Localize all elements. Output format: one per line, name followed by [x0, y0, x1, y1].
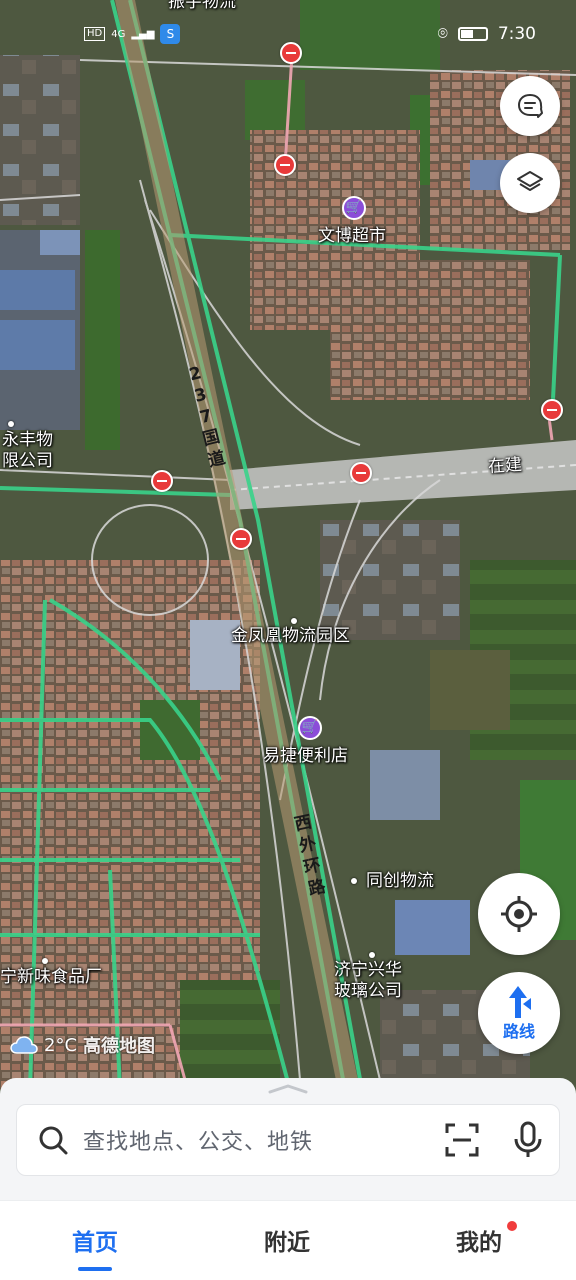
poi-label-jinfenghuang[interactable]: 金凤凰物流园区 [231, 626, 350, 647]
poi-label-wenbo[interactable]: 文博超市 [318, 226, 386, 247]
bottom-sheet[interactable]: 查找地点、公交、地铁 [0, 1078, 576, 1200]
scan-icon[interactable] [445, 1123, 479, 1157]
poi-label-partial[interactable]: 振宇物流 [168, 0, 236, 13]
signal-icon: ▂▄▆ [131, 28, 155, 40]
temperature: 2°C [44, 1034, 78, 1056]
poi-label-yongfeng[interactable]: 永丰物限公司 [2, 430, 64, 472]
route-label: 路线 [502, 1022, 535, 1041]
no-entry-icon[interactable] [230, 528, 252, 550]
poi-dot [351, 878, 357, 884]
cloud-icon [10, 1036, 38, 1054]
search-bar[interactable]: 查找地点、公交、地铁 [16, 1104, 560, 1176]
road-label-construction: 在建 [487, 454, 523, 478]
weather-widget[interactable]: 2°C 高德地图 [10, 1032, 155, 1058]
message-button[interactable] [500, 76, 560, 136]
search-input[interactable]: 查找地点、公交、地铁 [83, 1124, 445, 1156]
shop-icon[interactable]: 🛒 [342, 196, 366, 220]
poi-label-yijie[interactable]: 易捷便利店 [263, 746, 348, 767]
hd-icon: HD [84, 27, 106, 41]
tab-home[interactable]: 首页 [72, 1223, 118, 1271]
shop-icon[interactable]: 🛒 [298, 716, 322, 740]
layers-button[interactable] [500, 153, 560, 213]
crosshair-icon [501, 896, 537, 932]
status-bar: HD 4G ▂▄▆ S ⌾ 7:30 [0, 24, 576, 48]
microphone-icon[interactable] [513, 1121, 543, 1159]
no-entry-icon[interactable] [541, 399, 563, 421]
poi-dot [42, 958, 48, 964]
search-icon [39, 1126, 68, 1155]
brand-logo: 高德地图 [83, 1036, 156, 1057]
layers-icon [517, 171, 543, 191]
poi-dot [369, 952, 375, 958]
location-icon: ⌾ [437, 24, 448, 44]
locate-button[interactable] [478, 873, 560, 955]
chat-bubble-icon [518, 94, 543, 118]
app-notification-icon: S [160, 24, 181, 44]
clock: 7:30 [497, 24, 536, 44]
poi-label-xinghua[interactable]: 济宁兴华玻璃公司 [334, 960, 414, 1002]
tab-bar: 首页 附近 我的 [0, 1200, 576, 1280]
poi-dot [291, 618, 297, 624]
no-entry-icon[interactable] [350, 462, 372, 484]
poi-label-xinwei[interactable]: 宁新味食品厂 [0, 967, 102, 988]
no-entry-icon[interactable] [151, 470, 173, 492]
notification-badge [507, 1221, 517, 1231]
battery-icon [457, 27, 488, 41]
tab-mine[interactable]: 我的 [456, 1223, 502, 1257]
poi-label-tongchuang[interactable]: 同创物流 [366, 871, 434, 892]
sheet-handle-icon[interactable] [268, 1084, 308, 1094]
no-entry-icon[interactable] [274, 154, 296, 176]
network-label: 4G [111, 28, 126, 40]
poi-dot [8, 421, 14, 427]
route-arrow-icon [509, 986, 531, 1018]
tab-nearby[interactable]: 附近 [264, 1223, 310, 1257]
route-button[interactable]: 路线 [478, 972, 560, 1054]
